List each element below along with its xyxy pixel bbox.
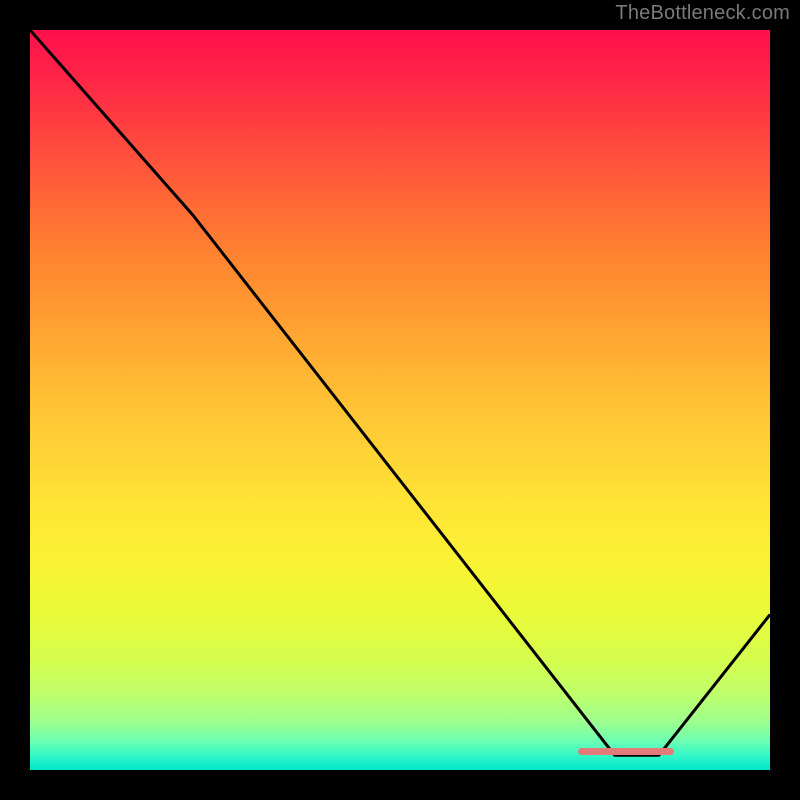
attribution-label: TheBottleneck.com (615, 2, 790, 25)
bottleneck-curve (30, 30, 770, 770)
plot-area (30, 30, 770, 770)
optimal-range-marker (578, 748, 674, 755)
curve-path (30, 30, 770, 755)
chart-frame: TheBottleneck.com (0, 0, 800, 800)
